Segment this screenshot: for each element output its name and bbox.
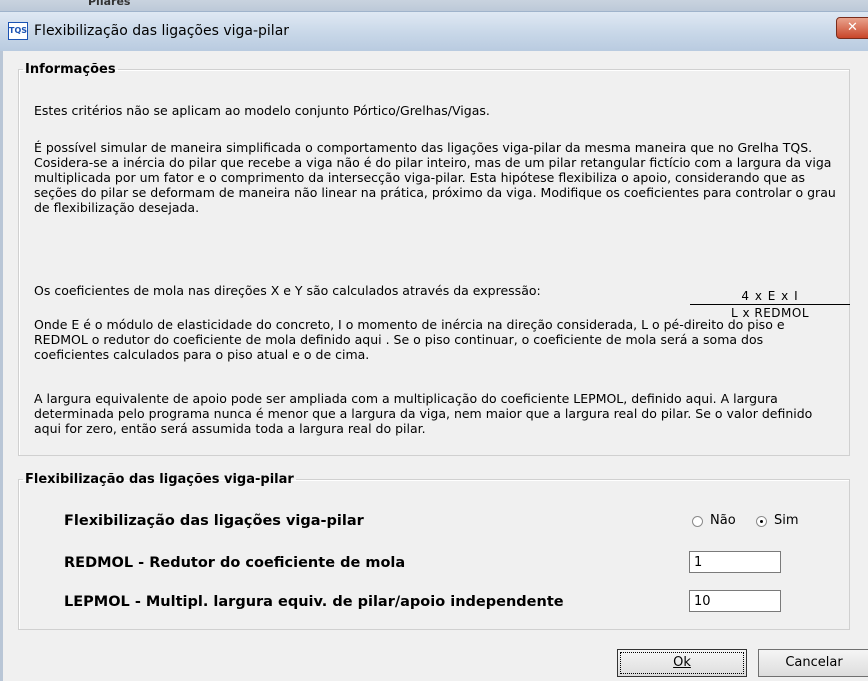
window-border xyxy=(0,51,3,681)
flex-group-legend: Flexibilização das ligações viga-pilar xyxy=(25,472,294,487)
info-paragraph-2: É possível simular de maneira simplifica… xyxy=(34,140,836,215)
flexibilization-label: Flexibilização das ligações viga-pilar xyxy=(64,513,364,529)
ok-button-label: Ok xyxy=(673,655,691,670)
info-paragraph-4: Onde E é o módulo de elasticidade do con… xyxy=(34,317,785,362)
info-group-legend: Informações xyxy=(25,62,116,77)
info-paragraph-3: Os coeficientes de mola nas direções X e… xyxy=(34,283,541,298)
radio-nao[interactable] xyxy=(692,516,703,527)
redmol-input[interactable] xyxy=(689,551,781,573)
formula-numerator: 4 x E x I xyxy=(690,289,850,305)
cancel-button[interactable]: Cancelar xyxy=(758,649,868,677)
radio-sim[interactable] xyxy=(756,516,767,527)
ok-button[interactable]: Ok xyxy=(617,649,747,677)
tqs-app-icon: TQS xyxy=(8,22,28,40)
info-paragraph-1: Estes critérios não se aplicam ao modelo… xyxy=(34,103,490,118)
lepmol-input[interactable] xyxy=(689,590,781,612)
background-window-title: Pilares xyxy=(88,0,131,8)
close-button[interactable]: ✕ xyxy=(836,17,868,39)
title-bar[interactable]: TQS Flexibilização das ligações viga-pil… xyxy=(0,11,868,51)
radio-nao-label[interactable]: Não xyxy=(710,513,736,528)
window-title: Flexibilização das ligações viga-pilar xyxy=(34,23,290,39)
radio-sim-label[interactable]: Sim xyxy=(774,513,799,528)
info-paragraph-5: A largura equivalente de apoio pode ser … xyxy=(34,391,813,436)
lepmol-label: LEPMOL - Multipl. largura equiv. de pila… xyxy=(64,594,564,610)
cancel-button-label: Cancelar xyxy=(785,655,843,670)
redmol-label: REDMOL - Redutor do coeficiente de mola xyxy=(64,555,406,571)
